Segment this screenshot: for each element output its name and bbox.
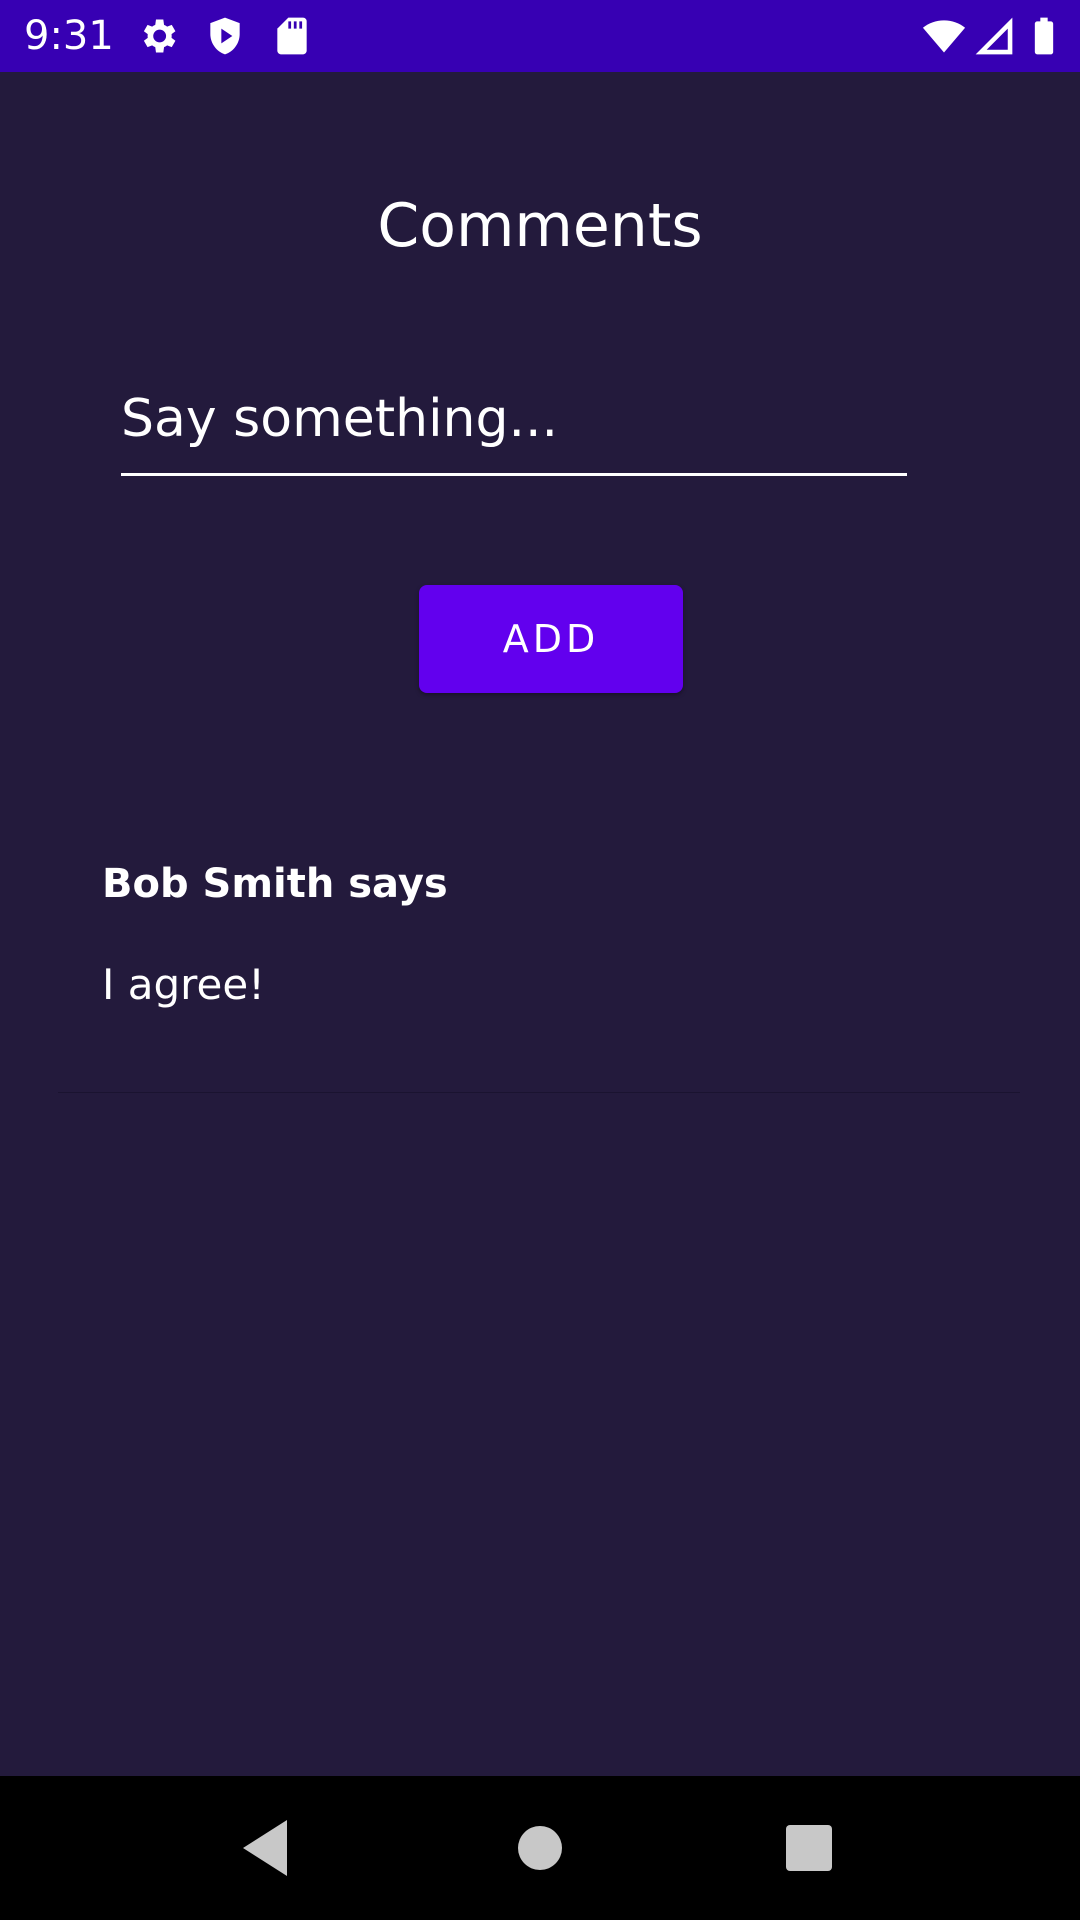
- wifi-icon: [922, 14, 966, 58]
- battery-icon: [1022, 14, 1066, 58]
- cell-signal-icon: [972, 14, 1016, 58]
- navigation-bar: [0, 1776, 1080, 1920]
- shield-play-icon: [203, 14, 247, 58]
- comment-input-wrapper: [121, 378, 907, 482]
- comment-input[interactable]: [121, 378, 907, 476]
- comment-text: I agree!: [102, 960, 265, 1009]
- status-time: 9:31: [24, 13, 114, 59]
- comment-item: Bob Smith says I agree!: [58, 762, 1020, 1093]
- sd-card-icon: [270, 14, 314, 58]
- page-title: Comments: [377, 191, 703, 261]
- gear-icon: [136, 14, 180, 58]
- comment-author: Bob Smith says: [102, 861, 448, 907]
- add-button[interactable]: ADD: [419, 585, 683, 693]
- back-icon[interactable]: [227, 1808, 307, 1888]
- status-bar: 9:31: [0, 0, 1080, 72]
- comments-screen: Comments ADD Bob Smith says I agree!: [0, 72, 1080, 1776]
- recents-icon[interactable]: [769, 1808, 849, 1888]
- home-icon[interactable]: [500, 1808, 580, 1888]
